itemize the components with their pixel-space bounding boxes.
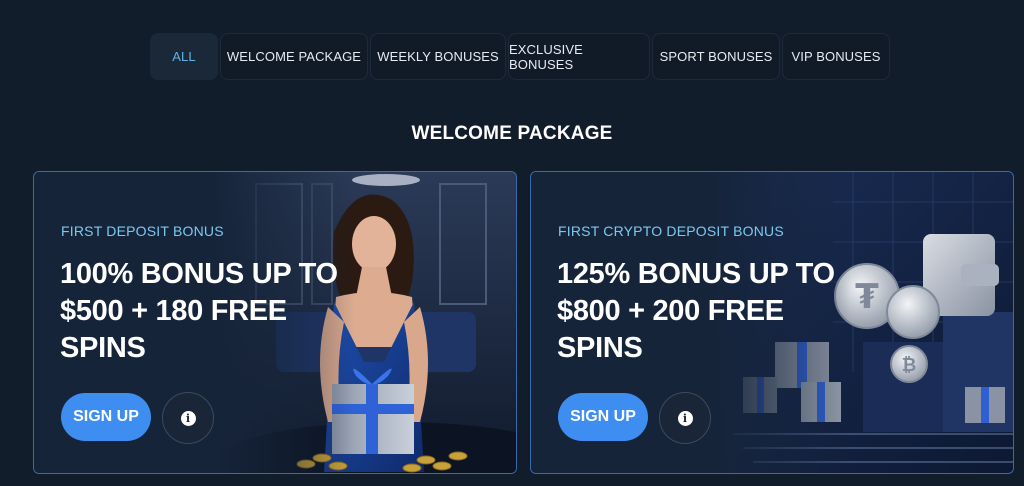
svg-text:₿: ₿ xyxy=(902,355,917,376)
info-icon: i xyxy=(180,410,196,426)
tab-welcome-package[interactable]: WELCOME PACKAGE xyxy=(220,33,368,80)
info-button[interactable]: i xyxy=(659,392,711,444)
bonus-category-tabs: ALL WELCOME PACKAGE WEEKLY BONUSES EXCLU… xyxy=(150,33,890,80)
bonus-eyebrow: FIRST CRYPTO DEPOSIT BONUS xyxy=(558,223,784,239)
tab-all[interactable]: ALL xyxy=(150,33,218,80)
tab-sport-bonuses[interactable]: SPORT BONUSES xyxy=(652,33,780,80)
bonus-card-first-deposit: FIRST DEPOSIT BONUS 100% BONUS UP TO $50… xyxy=(33,171,517,474)
info-icon: i xyxy=(677,410,693,426)
sign-up-button[interactable]: SIGN UP xyxy=(558,393,648,441)
svg-text:₮: ₮ xyxy=(855,277,879,317)
section-title: WELCOME PACKAGE xyxy=(411,123,613,144)
tab-weekly-bonuses[interactable]: WEEKLY BONUSES xyxy=(370,33,506,80)
info-button[interactable]: i xyxy=(162,392,214,444)
bonus-card-first-crypto-deposit: ₮ ₿ FIRST CRYPTO DEPOSIT BONUS 125% BONU… xyxy=(530,171,1014,474)
tab-exclusive-bonuses[interactable]: EXCLUSIVE BONUSES xyxy=(508,33,650,80)
bonus-eyebrow: FIRST DEPOSIT BONUS xyxy=(61,223,224,239)
bonus-headline: 100% BONUS UP TO $500 + 180 FREE SPINS xyxy=(60,258,338,364)
bonus-headline: 125% BONUS UP TO $800 + 200 FREE SPINS xyxy=(557,258,835,364)
tab-vip-bonuses[interactable]: VIP BONUSES xyxy=(782,33,890,80)
sign-up-button[interactable]: SIGN UP xyxy=(61,393,151,441)
